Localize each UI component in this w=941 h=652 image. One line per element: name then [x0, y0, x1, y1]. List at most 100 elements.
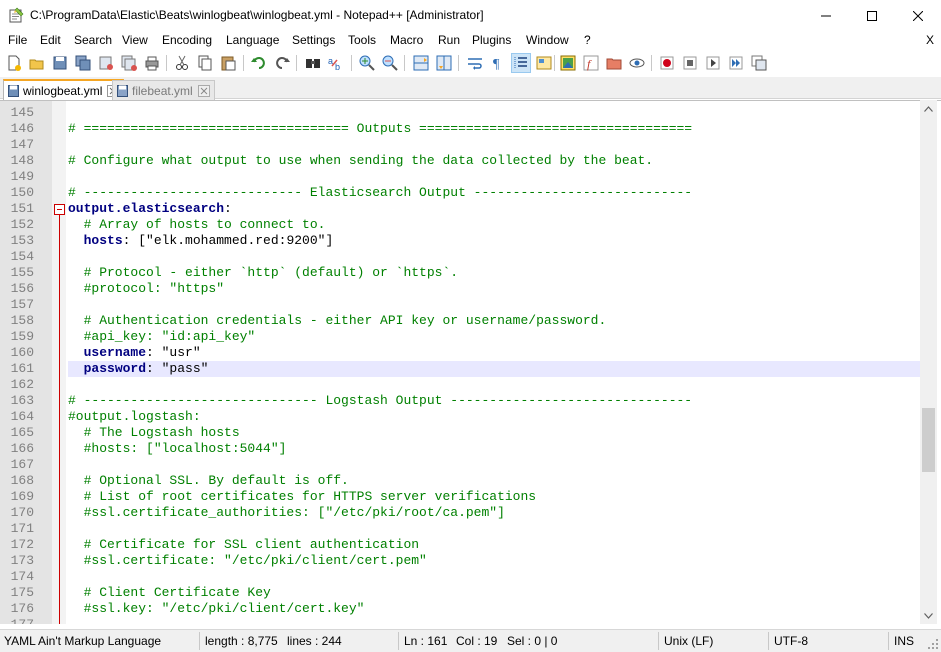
monitoring-icon[interactable] — [628, 54, 646, 72]
menu-file[interactable]: File — [8, 33, 27, 47]
minimize-button[interactable] — [803, 0, 849, 31]
save-icon[interactable] — [51, 54, 69, 72]
status-separator — [199, 632, 200, 650]
tab-winlogbeat[interactable]: winlogbeat.yml — [3, 79, 125, 100]
copy-icon[interactable] — [196, 54, 214, 72]
editor-line[interactable]: 153 hosts: ["elk.mohammed.red:9200"] — [0, 233, 920, 249]
undo-icon[interactable] — [250, 54, 268, 72]
editor-line[interactable]: 146 # ================================== … — [0, 121, 920, 137]
sync-vertical-icon[interactable] — [412, 54, 430, 72]
zoom-out-icon[interactable] — [381, 54, 399, 72]
editor-line[interactable]: 173 #ssl.certificate: "/etc/pki/client/c… — [0, 553, 920, 569]
editor-line[interactable]: 160 username: "usr" — [0, 345, 920, 361]
scroll-thumb[interactable] — [922, 408, 935, 472]
find-icon[interactable] — [304, 54, 322, 72]
menu-view[interactable]: View — [122, 33, 148, 47]
editor-line[interactable]: 171 — [0, 521, 920, 537]
close-file-icon[interactable] — [97, 54, 115, 72]
fold-collapse-icon[interactable] — [54, 204, 65, 215]
editor-line[interactable]: 159 #api_key: "id:api_key" — [0, 329, 920, 345]
line-number: 172 — [10, 537, 34, 552]
paste-icon[interactable] — [219, 54, 237, 72]
editor-line[interactable]: 150 # ---------------------------- Elasti… — [0, 185, 920, 201]
close-document-button[interactable]: X — [926, 33, 934, 47]
editor-line[interactable]: 176 #ssl.key: "/etc/pki/client/cert.key" — [0, 601, 920, 617]
editor-line[interactable]: 156 #protocol: "https" — [0, 281, 920, 297]
function-list-icon[interactable]: f — [582, 54, 600, 72]
print-icon[interactable] — [143, 54, 161, 72]
scroll-up-button[interactable] — [920, 100, 937, 117]
yaml-value: : ["elk.mohammed.red:9200"] — [122, 233, 334, 248]
resize-grip-icon[interactable] — [927, 638, 939, 650]
menu-settings[interactable]: Settings — [292, 33, 335, 47]
menu-plugins[interactable]: Plugins — [472, 33, 511, 47]
editor-line[interactable]: 155 # Protocol - either `http` (default)… — [0, 265, 920, 281]
user-language-icon[interactable] — [535, 54, 553, 72]
status-eol[interactable]: Unix (LF) — [664, 634, 713, 648]
show-all-chars-icon[interactable]: ¶ — [489, 54, 507, 72]
editor-line[interactable]: 175 # Client Certificate Key — [0, 585, 920, 601]
editor-line[interactable]: 164 #output.logstash: — [0, 409, 920, 425]
indent-guide-icon[interactable] — [511, 53, 531, 73]
tab-close-icon[interactable] — [197, 84, 210, 97]
record-macro-icon[interactable] — [658, 54, 676, 72]
status-insert-mode[interactable]: INS — [894, 634, 914, 648]
new-file-icon[interactable] — [5, 54, 23, 72]
editor-line[interactable]: 166 #hosts: ["localhost:5044"] — [0, 441, 920, 457]
replace-icon[interactable]: ab — [327, 54, 345, 72]
editor-line[interactable]: 162 — [0, 377, 920, 393]
line-text — [68, 297, 920, 313]
menu-help[interactable]: ? — [584, 33, 591, 47]
save-macro-icon[interactable] — [750, 54, 768, 72]
redo-icon[interactable] — [273, 54, 291, 72]
menu-window[interactable]: Window — [526, 33, 569, 47]
editor-line[interactable]: 158 # Authentication credentials - eithe… — [0, 313, 920, 329]
save-all-icon[interactable] — [74, 54, 92, 72]
editor-line[interactable]: 145 — [0, 105, 920, 121]
menu-language[interactable]: Language — [226, 33, 279, 47]
editor-line[interactable]: 151 output.elasticsearch: — [0, 201, 920, 217]
editor-line[interactable]: 154 — [0, 249, 920, 265]
editor-line[interactable]: 170 #ssl.certificate_authorities: ["/etc… — [0, 505, 920, 521]
editor-line[interactable]: 163 # ------------------------------ Logs… — [0, 393, 920, 409]
maximize-button[interactable] — [849, 0, 895, 31]
sync-horizontal-icon[interactable] — [435, 54, 453, 72]
status-encoding[interactable]: UTF-8 — [774, 634, 808, 648]
editor-line[interactable]: 149 — [0, 169, 920, 185]
editor-line[interactable]: 161 password: "pass" — [0, 361, 920, 377]
open-file-icon[interactable] — [28, 54, 46, 72]
cut-icon[interactable] — [173, 54, 191, 72]
tab-filebeat[interactable]: filebeat.yml — [112, 80, 215, 100]
chevron-down-icon — [924, 612, 933, 619]
editor-line[interactable]: 148 # Configure what output to use when s… — [0, 153, 920, 169]
editor-line[interactable]: 157 — [0, 297, 920, 313]
word-wrap-icon[interactable] — [466, 54, 484, 72]
menu-encoding[interactable]: Encoding — [162, 33, 212, 47]
menu-tools[interactable]: Tools — [348, 33, 376, 47]
menu-edit[interactable]: Edit — [40, 33, 61, 47]
run-macro-multiple-icon[interactable] — [727, 54, 745, 72]
menu-macro[interactable]: Macro — [390, 33, 423, 47]
close-window-button[interactable] — [895, 0, 941, 31]
yaml-comment: # ------------------------------ Logstas… — [68, 393, 693, 408]
editor-line[interactable]: 172 # Certificate for SSL client authent… — [0, 537, 920, 553]
close-all-icon[interactable] — [120, 54, 138, 72]
menu-search[interactable]: Search — [74, 33, 112, 47]
editor-line[interactable]: 152 # Array of hosts to connect to. — [0, 217, 920, 233]
editor-line[interactable]: 147 — [0, 137, 920, 153]
editor-line[interactable]: 168 # Optional SSL. By default is off. — [0, 473, 920, 489]
editor-line[interactable]: 177 — [0, 617, 920, 624]
editor-line[interactable]: 165 # The Logstash hosts — [0, 425, 920, 441]
editor-line[interactable]: 174 — [0, 569, 920, 585]
zoom-in-icon[interactable] — [358, 54, 376, 72]
vertical-scrollbar[interactable] — [920, 100, 937, 624]
editor-line[interactable]: 169 # List of root certificates for HTTP… — [0, 489, 920, 505]
folder-workspace-icon[interactable] — [605, 54, 623, 72]
scroll-down-button[interactable] — [920, 607, 937, 624]
menu-run[interactable]: Run — [438, 33, 460, 47]
stop-macro-icon[interactable] — [681, 54, 699, 72]
editor-line[interactable]: 167 — [0, 457, 920, 473]
code-editor[interactable]: 145 146 # ================================… — [0, 100, 941, 624]
play-macro-icon[interactable] — [704, 54, 722, 72]
document-map-icon[interactable] — [559, 54, 577, 72]
